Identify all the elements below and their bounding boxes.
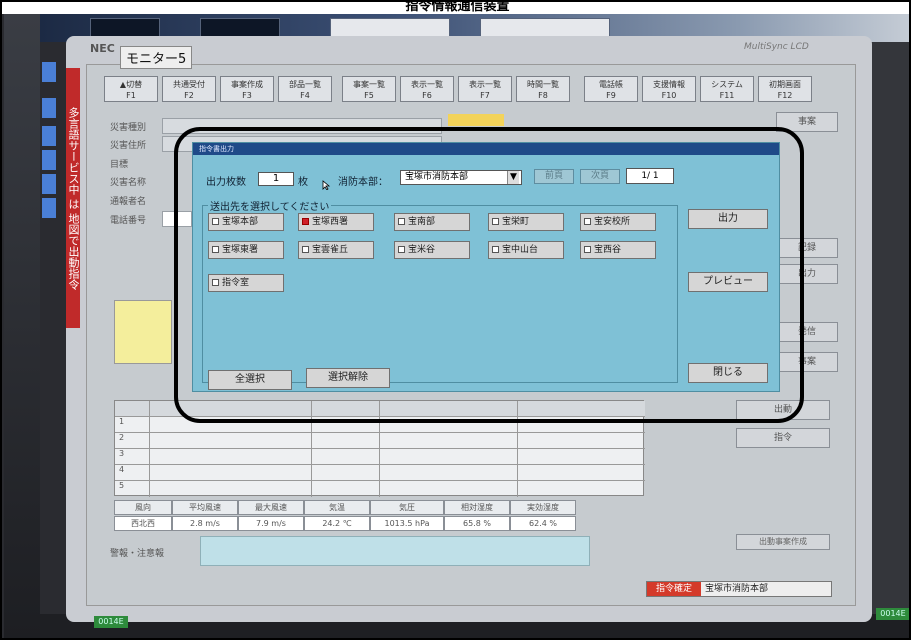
weather-value: 24.2 ℃ <box>304 516 370 531</box>
weather-value: 西北西 <box>114 516 172 531</box>
monitor-brand: NEC <box>90 42 115 55</box>
weather-header: 実効湿度 <box>510 500 576 515</box>
field-label-target: 目標 <box>110 160 129 170</box>
weather-value: 62.4 % <box>510 516 576 531</box>
weather-value: 1013.5 hPa <box>370 516 444 531</box>
weather-value: 65.8 % <box>444 516 510 531</box>
weather-value: 2.8 m/s <box>172 516 238 531</box>
field-highlight <box>448 114 504 126</box>
fkey-f9[interactable]: 電話帳 F9 <box>584 76 638 102</box>
field-label-type: 災害種別 <box>110 123 147 133</box>
table-row[interactable]: 3 <box>115 449 645 465</box>
fkey-f3[interactable]: 事案作成 F3 <box>220 76 274 102</box>
fkey-f2[interactable]: 共通受付 F2 <box>162 76 216 102</box>
weather-value: 7.9 m/s <box>238 516 304 531</box>
photo-caption: 指令情報通信装置 <box>2 2 909 14</box>
fkey-f12[interactable]: 初期画面 F12 <box>758 76 812 102</box>
alert-box <box>200 536 590 566</box>
left-sticky-tags <box>40 42 66 542</box>
field-label-caller: 通報者名 <box>110 197 147 207</box>
yellow-table-cells <box>114 300 172 364</box>
side-button-7[interactable]: 指令 <box>736 428 830 448</box>
alert-label: 警報・注意報 <box>110 549 165 559</box>
fkey-f8[interactable]: 時間一覧 F8 <box>516 76 570 102</box>
window-title: モニター5 <box>120 46 193 69</box>
fkey-f4[interactable]: 部品一覧 F4 <box>278 76 332 102</box>
fkey-f1[interactable]: ▲切替 F1 <box>104 76 158 102</box>
status-tag: 指令確定 <box>647 582 701 596</box>
weather-header: 気温 <box>304 500 370 515</box>
field-label-address: 災害住所 <box>110 141 147 151</box>
weather-header: 風向 <box>114 500 172 515</box>
monitor-badge-right: 0014E <box>876 608 909 620</box>
create-dispatch-button[interactable]: 出動事案作成 <box>736 534 830 550</box>
fkey-f6[interactable]: 表示一覧 F6 <box>400 76 454 102</box>
weather-table: 風向 平均風速 最大風速 気温 気圧 相対湿度 実効湿度 西北西 2.8 m/s… <box>114 500 604 532</box>
field-label-name: 災害名称 <box>110 178 147 188</box>
weather-header: 最大風速 <box>238 500 304 515</box>
fkey-f10[interactable]: 支援情報 F10 <box>642 76 696 102</box>
field-label-phone: 電話番号 <box>110 216 147 226</box>
photo-frame: 指令情報通信装置 NEC MultiSync LCD モニター5 多言語サービス… <box>0 0 911 640</box>
table-row[interactable]: 2 <box>115 433 645 449</box>
highlight-outline <box>174 127 804 423</box>
weather-header: 相対湿度 <box>444 500 510 515</box>
background-right <box>872 42 909 638</box>
table-row[interactable]: 4 <box>115 465 645 481</box>
side-banner: 多言語サービス中 は 地図で出動指令 <box>66 68 80 328</box>
monitor-model: MultiSync LCD <box>744 42 809 52</box>
background-left <box>4 14 40 638</box>
weather-header: 平均風速 <box>172 500 238 515</box>
status-bar: 指令確定 宝塚市消防本部 <box>646 581 832 597</box>
fkey-f5[interactable]: 事案一覧 F5 <box>342 76 396 102</box>
fkey-f11[interactable]: システム F11 <box>700 76 754 102</box>
weather-header: 気圧 <box>370 500 444 515</box>
monitor-badge: 0014E <box>94 616 128 628</box>
fkey-f7[interactable]: 表示一覧 F7 <box>458 76 512 102</box>
function-key-bar: ▲切替 F1 共通受付 F2 事案作成 F3 部品一覧 F4 事案一覧 F5 表示一覧 F6… <box>104 76 844 104</box>
table-row[interactable]: 5 <box>115 481 645 497</box>
status-text: 宝塚市消防本部 <box>705 584 769 594</box>
